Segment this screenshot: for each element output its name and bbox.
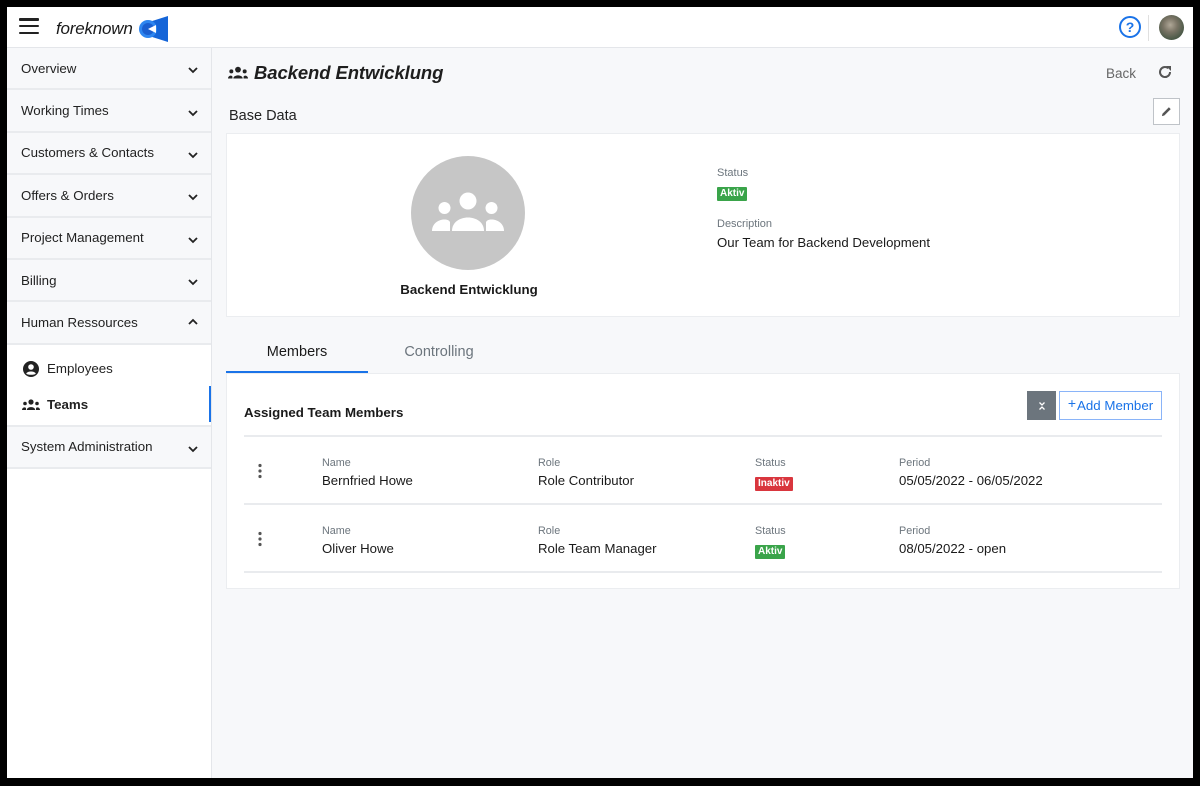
member-status-col: Status Aktiv [755,525,786,559]
member-name-col: Name Oliver Howe [322,525,394,556]
status-badge: Aktiv [755,544,786,559]
chevron-down-icon [188,446,198,453]
chevron-down-icon [188,152,198,159]
member-period-col: Period 05/05/2022 - 06/05/2022 [899,457,1043,488]
member-status-col: Status Inaktiv [755,457,793,491]
page-title-text: Backend Entwicklung [254,62,444,83]
add-member-label: Add Member [1077,398,1154,413]
sidebar-subitem-label: Employees [47,361,113,377]
sidebar-item-label: Customers & Contacts [21,145,155,161]
user-circle-icon [22,360,40,378]
member-period: 08/05/2022 - open [899,541,1007,556]
member-role: Role Team Manager [538,541,657,556]
sidebar-item-label: System Administration [21,439,153,455]
chevron-down-icon [188,109,198,116]
sidebar-item-billing[interactable]: Billing [7,259,211,303]
role-label: Role [538,457,561,469]
status-badge: Aktiv [717,186,748,201]
user-avatar[interactable] [1159,15,1184,40]
status-label: Status [717,167,749,179]
sidebar-item-label: Billing [21,272,57,288]
base-data-heading: Base Data [229,108,297,124]
base-data-card: Backend Entwicklung Status Aktiv Descrip… [226,133,1180,317]
sidebar-item-label: Working Times [21,103,109,119]
kebab-menu-icon[interactable] [257,463,263,479]
status-label: Status [755,457,786,469]
member-row: Name Oliver Howe Role Role Team Manager … [244,505,1162,573]
sidebar-item-system-administration[interactable]: System Administration [7,426,211,470]
tabs: Members Controlling [226,333,510,373]
kebab-menu-icon[interactable] [257,531,263,547]
member-role-col: Role Role Contributor [538,457,634,488]
sidebar-item-overview[interactable]: Overview [7,48,211,91]
refresh-icon[interactable] [1157,64,1173,80]
sidebar-item-working-times[interactable]: Working Times [7,90,211,133]
chevron-down-icon [188,194,198,201]
member-name-col: Name Bernfried Howe [322,457,413,488]
back-button[interactable]: Back [1106,66,1136,81]
top-bar: foreknown ? [7,7,1193,48]
member-period-col: Period 08/05/2022 - open [899,525,1006,556]
logo-text: foreknown [56,19,133,38]
description-field: Description Our Team for Backend Develop… [717,218,930,250]
sidebar-subitem-label: Teams [47,397,89,413]
members-card: Assigned Team Members + Add Member Name … [226,373,1180,589]
member-period: 05/05/2022 - 06/05/2022 [899,473,1043,488]
tab-members[interactable]: Members [226,333,368,373]
sidebar-item-label: Offers & Orders [21,187,114,203]
sidebar-subitem-employees[interactable]: Employees [7,351,211,387]
team-avatar [411,156,525,270]
sidebar-subitem-teams[interactable]: Teams [7,385,211,423]
collapse-icon [1038,401,1045,410]
sidebar-item-offers-orders[interactable]: Offers & Orders [7,175,211,218]
team-name: Backend Entwicklung [400,282,538,297]
status-field: Status Aktiv [717,167,748,201]
sidebar-item-label: Project Management [21,230,144,246]
member-role-col: Role Role Team Manager [538,525,657,556]
name-label: Name [322,525,351,537]
sidebar: Overview Working Times Customers & Conta… [7,48,212,778]
member-row: Name Bernfried Howe Role Role Contributo… [244,437,1162,505]
divider [1148,15,1149,41]
role-label: Role [538,525,561,537]
plus-icon: + [1067,394,1077,411]
description-value: Our Team for Backend Development [717,235,931,250]
tab-controlling[interactable]: Controlling [368,333,510,373]
member-role: Role Contributor [538,473,635,488]
app-window: foreknown ? Overview Working Times Custo… [7,7,1193,778]
sidebar-item-project-management[interactable]: Project Management [7,217,211,260]
sidebar-item-label: Overview [21,60,77,76]
menu-icon[interactable] [19,18,39,35]
logo-mark-icon [138,16,168,42]
sidebar-item-label: Human Ressources [21,315,138,331]
member-name: Oliver Howe [322,541,394,556]
chevron-down-icon [188,67,198,74]
pencil-icon [1161,107,1171,117]
status-badge: Inaktiv [755,476,793,491]
chevron-down-icon [188,279,198,286]
member-name: Bernfried Howe [322,473,413,488]
chevron-up-icon [188,318,198,325]
add-member-button[interactable]: + Add Member [1059,391,1162,420]
users-icon [22,396,40,414]
status-label: Status [755,525,786,537]
help-icon[interactable]: ? [1119,16,1141,38]
human-ressources-submenu: Employees Teams [7,344,211,427]
chevron-down-icon [188,237,198,244]
description-label: Description [717,218,773,230]
members-title: Assigned Team Members [244,405,404,420]
users-icon [228,66,248,79]
collapse-button[interactable] [1027,391,1056,420]
period-label: Period [899,457,931,469]
name-label: Name [322,457,351,469]
logo[interactable]: foreknown [56,16,169,42]
main-content: Backend Entwicklung Back Base Data Backe… [213,48,1193,778]
sidebar-item-human-ressources[interactable]: Human Ressources [7,302,211,345]
period-label: Period [899,525,931,537]
sidebar-item-customers-contacts[interactable]: Customers & Contacts [7,132,211,176]
edit-button[interactable] [1153,98,1180,125]
page-title: Backend Entwicklung [228,62,443,84]
users-icon [432,192,504,231]
